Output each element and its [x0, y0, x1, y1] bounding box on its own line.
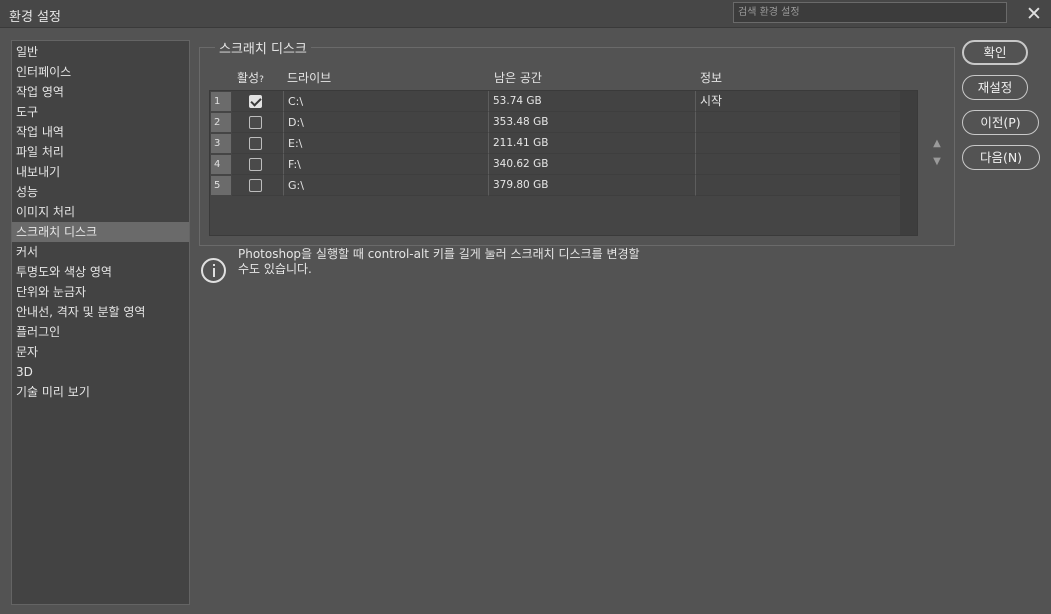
info-text: Photoshop을 실행할 때 control-alt 키를 길게 눌러 스크…: [238, 247, 708, 277]
move-down-icon[interactable]: ▼: [931, 157, 943, 167]
cell-space: 353.48 GB: [489, 112, 696, 133]
active-checkbox[interactable]: [249, 137, 262, 150]
sidebar-item[interactable]: 커서: [12, 242, 189, 262]
row-number: 1: [211, 92, 231, 111]
table-row[interactable]: 4 F:\ 340.62 GB: [210, 154, 902, 175]
sidebar-item[interactable]: 성능: [12, 182, 189, 202]
column-header-space: 남은 공간: [494, 71, 542, 85]
row-number: 2: [211, 113, 231, 132]
table-row[interactable]: 2 D:\ 353.48 GB: [210, 112, 902, 133]
cell-drive: F:\: [284, 154, 489, 175]
active-checkbox[interactable]: [249, 116, 262, 129]
cell-drive: G:\: [284, 175, 489, 196]
sidebar-item[interactable]: 작업 내역: [12, 122, 189, 142]
sidebar-item[interactable]: 일반: [12, 42, 189, 62]
sidebar-item[interactable]: 문자: [12, 342, 189, 362]
window-title: 환경 설정: [9, 10, 61, 25]
active-checkbox[interactable]: [249, 158, 262, 171]
cell-drive: D:\: [284, 112, 489, 133]
close-icon[interactable]: ✕: [1024, 4, 1044, 24]
column-header-drive: 드라이브: [287, 71, 332, 85]
sidebar-item[interactable]: 인터페이스: [12, 62, 189, 82]
sidebar-item[interactable]: 안내선, 격자 및 분할 영역: [12, 302, 189, 322]
sidebar-item[interactable]: 스크래치 디스크: [12, 222, 189, 242]
title-bar: 환경 설정 ✕: [0, 0, 1051, 28]
sidebar-item[interactable]: 내보내기: [12, 162, 189, 182]
sidebar-item[interactable]: 투명도와 색상 영역: [12, 262, 189, 282]
row-number: 4: [211, 155, 231, 174]
active-checkbox[interactable]: [249, 179, 262, 192]
sidebar-item[interactable]: 3D: [12, 362, 189, 382]
info-icon: [201, 258, 226, 283]
scratch-disk-table: 1 C:\ 53.74 GB 시작 2 D:\ 353.48 GB 3 E:\ 211.41 GB…: [209, 90, 918, 236]
cell-info: 시작: [696, 91, 902, 112]
row-number: 5: [211, 176, 231, 195]
info-text-line2: 수도 있습니다.: [238, 262, 312, 276]
cell-info: [696, 112, 902, 133]
active-checkbox[interactable]: [249, 95, 262, 108]
cell-active: [232, 112, 284, 133]
table-scrollbar[interactable]: [900, 91, 917, 235]
table-row[interactable]: 1 C:\ 53.74 GB 시작: [210, 91, 902, 112]
sidebar-item[interactable]: 도구: [12, 102, 189, 122]
column-header-info: 정보: [700, 71, 723, 85]
cell-active: [232, 154, 284, 175]
column-header-active: 활성?: [237, 69, 264, 86]
cell-active: [232, 175, 284, 196]
prev-button[interactable]: 이전(P): [962, 110, 1039, 135]
sidebar-item[interactable]: 단위와 눈금자: [12, 282, 189, 302]
sidebar-item[interactable]: 플러그인: [12, 322, 189, 342]
cell-space: 379.80 GB: [489, 175, 696, 196]
cell-info: [696, 133, 902, 154]
reset-button[interactable]: 재설정: [962, 75, 1028, 100]
cell-space: 340.62 GB: [489, 154, 696, 175]
sidebar-item[interactable]: 파일 처리: [12, 142, 189, 162]
sidebar-item[interactable]: 기술 미리 보기: [12, 382, 189, 402]
table-row[interactable]: 3 E:\ 211.41 GB: [210, 133, 902, 154]
info-text-line1: Photoshop을 실행할 때 control-alt 키를 길게 눌러 스크…: [238, 247, 640, 261]
cell-drive: E:\: [284, 133, 489, 154]
cell-active: [232, 91, 284, 112]
sidebar-item[interactable]: 작업 영역: [12, 82, 189, 102]
cell-space: 53.74 GB: [489, 91, 696, 112]
search-input[interactable]: [733, 2, 1007, 23]
group-title: 스크래치 디스크: [215, 38, 311, 57]
cell-active: [232, 133, 284, 154]
table-row[interactable]: 5 G:\ 379.80 GB: [210, 175, 902, 196]
help-icon[interactable]: ?: [259, 75, 264, 85]
cell-info: [696, 175, 902, 196]
cell-drive: C:\: [284, 91, 489, 112]
ok-button[interactable]: 확인: [962, 40, 1028, 65]
cell-space: 211.41 GB: [489, 133, 696, 154]
row-number: 3: [211, 134, 231, 153]
sidebar-item[interactable]: 이미지 처리: [12, 202, 189, 222]
column-header-active-label: 활성: [237, 71, 260, 85]
next-button[interactable]: 다음(N): [962, 145, 1040, 170]
sidebar: 일반 인터페이스 작업 영역 도구 작업 내역 파일 처리 내보내기 성능 이미지 처리 스크래치…: [11, 40, 190, 605]
cell-info: [696, 154, 902, 175]
move-up-icon[interactable]: ▲: [931, 139, 943, 149]
